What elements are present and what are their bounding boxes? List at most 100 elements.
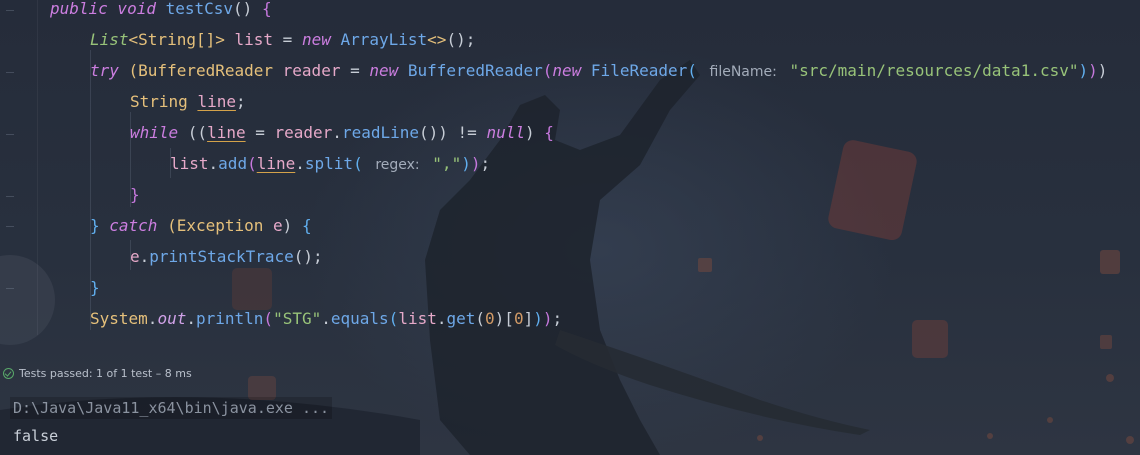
code-token: ();	[446, 30, 476, 49]
code-token: ((	[187, 123, 208, 142]
code-token: try	[90, 61, 129, 80]
gutter-divider	[37, 0, 38, 335]
code-token: =	[273, 30, 302, 49]
code-line[interactable]: List<String[]> list = new ArrayList<>();	[90, 24, 475, 55]
code-token: )	[1097, 61, 1108, 80]
code-token: }	[90, 278, 100, 297]
code-token: (	[687, 61, 707, 80]
code-token: <>	[427, 30, 447, 49]
code-token: list	[398, 309, 437, 328]
code-token: ;	[480, 154, 491, 173]
code-token: public void	[50, 0, 166, 18]
code-line[interactable]: try (BufferedReader reader = new Buffere…	[90, 55, 1107, 86]
code-token: .	[147, 309, 158, 328]
fold-marker-icon[interactable]	[6, 288, 14, 289]
code-line[interactable]: } catch (Exception e) {	[90, 210, 312, 241]
check-circle-icon	[3, 367, 14, 379]
code-token: ()	[233, 0, 262, 18]
code-token: 0	[485, 309, 495, 328]
code-token: ","	[432, 154, 462, 173]
code-token: ();	[293, 247, 323, 266]
code-token: <String[]>	[128, 30, 235, 49]
fold-marker-icon[interactable]	[6, 72, 14, 73]
code-line[interactable]: }	[90, 272, 100, 303]
code-token: (	[475, 309, 486, 328]
code-token: (BufferedReader	[128, 61, 283, 80]
code-token: )	[461, 154, 471, 173]
code-token: =	[340, 61, 370, 80]
code-token: .	[208, 154, 219, 173]
code-token: (	[353, 154, 373, 173]
code-token: FileReader	[590, 61, 688, 80]
code-token: System	[90, 309, 148, 328]
code-token: (	[542, 61, 553, 80]
code-token: e	[273, 216, 283, 235]
code-token: )	[542, 309, 553, 328]
test-status-text: Tests passed: 1 of 1 test – 8 ms	[19, 366, 192, 380]
code-token: }	[130, 185, 140, 204]
code-token: {	[544, 123, 554, 142]
code-token: readLine	[341, 123, 419, 142]
code-token: line	[207, 123, 246, 142]
code-token: ;	[235, 92, 246, 111]
code-token: while	[130, 123, 188, 142]
code-token: new	[552, 61, 591, 80]
code-token: .	[295, 154, 305, 173]
code-line[interactable]: while ((line = reader.readLine()) != nul…	[130, 117, 554, 148]
code-token: line	[256, 154, 296, 173]
code-token: ()) !=	[419, 123, 487, 142]
code-token: get	[446, 309, 476, 328]
code-token: .	[139, 247, 150, 266]
code-line[interactable]: public void testCsv() {	[50, 0, 272, 24]
code-line[interactable]: System.out.println("STG".equals(list.get…	[90, 303, 562, 334]
code-token: new	[301, 30, 341, 49]
fold-marker-icon[interactable]	[6, 196, 14, 197]
code-token: )[	[494, 309, 514, 328]
code-token: .	[186, 309, 196, 328]
code-token: reader	[274, 123, 333, 142]
code-token: list	[234, 30, 274, 49]
code-token: 0	[513, 309, 524, 328]
code-token: catch	[109, 216, 168, 235]
code-line[interactable]: list.add(line.split( regex: ","));	[170, 148, 490, 179]
code-token: )	[1078, 61, 1089, 80]
fold-marker-icon[interactable]	[6, 134, 14, 135]
code-token: BufferedReader	[407, 61, 543, 80]
code-token: (Exception	[167, 216, 274, 235]
code-line[interactable]: }	[130, 179, 140, 210]
console-command-line[interactable]: D:\Java\Java11_x64\bin\java.exe ...	[10, 397, 333, 419]
code-token: {	[301, 216, 312, 235]
fold-marker-icon[interactable]	[6, 10, 14, 11]
code-token: {	[261, 0, 272, 18]
code-token: out	[157, 309, 187, 328]
code-token: =	[245, 123, 275, 142]
code-token: equals	[330, 309, 389, 328]
code-token: )	[533, 309, 543, 328]
code-token: "src/main/resources/data1.csv"	[789, 61, 1079, 80]
code-line[interactable]: String line;	[130, 86, 246, 117]
code-token: new	[369, 61, 408, 80]
code-token: list	[170, 154, 209, 173]
code-token: (	[247, 154, 257, 173]
code-token: "STG"	[273, 309, 322, 328]
code-token: reader	[282, 61, 341, 80]
fold-marker-icon[interactable]	[6, 226, 14, 227]
test-status-bar: Tests passed: 1 of 1 test – 8 ms	[0, 360, 1140, 386]
code-token: )	[524, 123, 545, 142]
code-token: split	[304, 154, 354, 173]
code-token: String	[130, 92, 198, 111]
code-token: List	[90, 30, 129, 49]
code-token: println	[195, 309, 264, 328]
parameter-hint: fileName:	[709, 64, 777, 80]
code-editor[interactable]: public void testCsv() {List<String[]> li…	[0, 0, 1140, 335]
code-token: line	[197, 92, 236, 111]
parameter-hint: regex:	[375, 157, 420, 173]
code-token: }	[90, 216, 110, 235]
code-token: testCsv	[165, 0, 234, 18]
code-line[interactable]: e.printStackTrace();	[130, 241, 323, 272]
code-token: ;	[552, 309, 563, 328]
code-token: e	[130, 247, 140, 266]
code-token: null	[486, 123, 525, 142]
